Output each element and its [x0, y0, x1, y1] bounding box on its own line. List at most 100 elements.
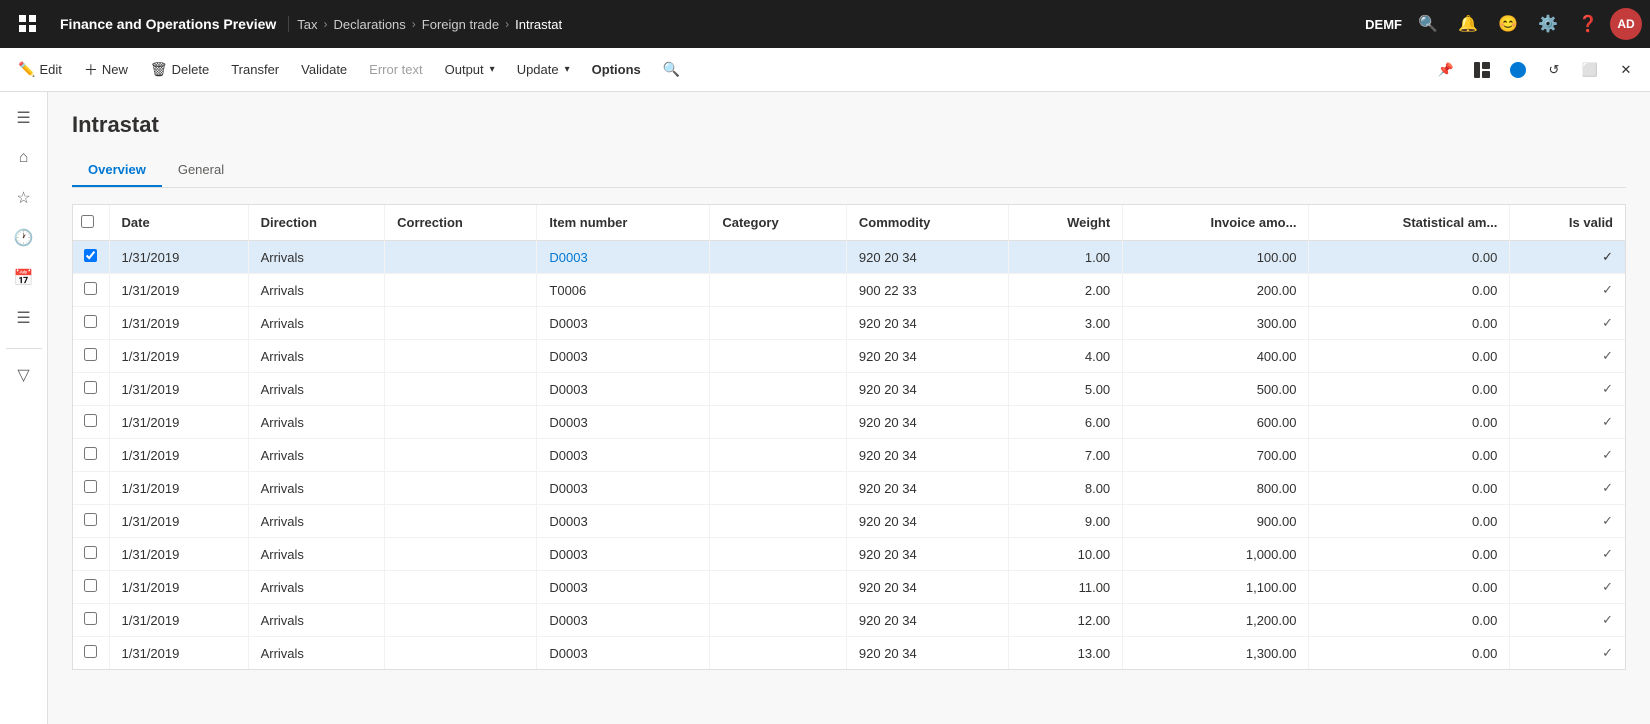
validate-button[interactable]: Validate [291, 56, 357, 83]
cell-invoice-amount: 1,200.00 [1123, 604, 1309, 637]
col-item-number[interactable]: Item number [537, 205, 710, 241]
row-checkbox[interactable] [84, 480, 97, 493]
breadcrumb-intrastat[interactable]: Intrastat [515, 17, 562, 32]
panel-icon[interactable] [1466, 54, 1498, 86]
close-icon[interactable]: ✕ [1610, 54, 1642, 86]
table-row[interactable]: 1/31/2019 Arrivals D0003 920 20 34 11.00… [73, 571, 1625, 604]
avatar[interactable]: AD [1610, 8, 1642, 40]
settings-icon[interactable]: ⚙️ [1530, 6, 1566, 42]
cell-correction [385, 637, 537, 670]
row-checkbox[interactable] [84, 447, 97, 460]
transfer-button[interactable]: Transfer [221, 56, 289, 83]
table-row[interactable]: 1/31/2019 Arrivals D0003 920 20 34 6.00 … [73, 406, 1625, 439]
select-all-checkbox[interactable] [81, 215, 94, 228]
action-bar-right: 📌 0 ↺ ⬜ ✕ [1430, 54, 1642, 86]
row-checkbox[interactable] [84, 348, 97, 361]
delete-button[interactable]: 🗑 Delete [140, 55, 219, 84]
cell-weight: 8.00 [1008, 472, 1122, 505]
table-row[interactable]: 1/31/2019 Arrivals D0003 920 20 34 9.00 … [73, 505, 1625, 538]
table-row[interactable]: 1/31/2019 Arrivals D0003 920 20 34 12.00… [73, 604, 1625, 637]
notification-icon[interactable]: 🔔 [1450, 6, 1486, 42]
app-grid-button[interactable] [8, 0, 48, 48]
row-checkbox-cell[interactable] [73, 274, 109, 307]
sidebar-modules-icon[interactable]: ☰ [6, 300, 42, 336]
row-checkbox[interactable] [84, 513, 97, 526]
table-row[interactable]: 1/31/2019 Arrivals D0003 920 20 34 5.00 … [73, 373, 1625, 406]
row-checkbox[interactable] [84, 579, 97, 592]
col-statistical-amount[interactable]: Statistical am... [1309, 205, 1510, 241]
update-button[interactable]: Update [507, 56, 580, 83]
row-checkbox-cell[interactable] [73, 406, 109, 439]
refresh-icon[interactable]: ↺ [1538, 54, 1570, 86]
table-row[interactable]: 1/31/2019 Arrivals D0003 920 20 34 13.00… [73, 637, 1625, 670]
breadcrumb-declarations[interactable]: Declarations [334, 17, 406, 32]
row-checkbox[interactable] [84, 612, 97, 625]
table-row[interactable]: 1/31/2019 Arrivals D0003 920 20 34 3.00 … [73, 307, 1625, 340]
tab-general[interactable]: General [162, 154, 240, 187]
breadcrumb-foreign-trade[interactable]: Foreign trade [422, 17, 499, 32]
sidebar-workspaces-icon[interactable]: 📅 [6, 260, 42, 296]
table-row[interactable]: 1/31/2019 Arrivals D0003 920 20 34 1.00 … [73, 241, 1625, 274]
cell-is-valid: ✓ [1510, 571, 1625, 604]
row-checkbox-cell[interactable] [73, 538, 109, 571]
notification-badge[interactable]: 0 [1502, 54, 1534, 86]
cell-category [710, 505, 847, 538]
row-checkbox-cell[interactable] [73, 604, 109, 637]
row-checkbox-cell[interactable] [73, 505, 109, 538]
row-checkbox-cell[interactable] [73, 373, 109, 406]
error-text-button[interactable]: Error text [359, 56, 432, 83]
breadcrumb-sep-1: › [324, 17, 328, 31]
col-direction[interactable]: Direction [248, 205, 385, 241]
cell-correction [385, 241, 537, 274]
row-checkbox-cell[interactable] [73, 340, 109, 373]
table-row[interactable]: 1/31/2019 Arrivals D0003 920 20 34 8.00 … [73, 472, 1625, 505]
cell-commodity: 920 20 34 [846, 538, 1008, 571]
cell-direction: Arrivals [248, 472, 385, 505]
row-checkbox-cell[interactable] [73, 439, 109, 472]
table-row[interactable]: 1/31/2019 Arrivals D0003 920 20 34 4.00 … [73, 340, 1625, 373]
row-checkbox-cell[interactable] [73, 571, 109, 604]
table-wrapper[interactable]: Date Direction Correction Item number Ca… [73, 205, 1625, 669]
table-row[interactable]: 1/31/2019 Arrivals D0003 920 20 34 7.00 … [73, 439, 1625, 472]
col-category[interactable]: Category [710, 205, 847, 241]
help-icon[interactable]: ❓ [1570, 6, 1606, 42]
sidebar-home-icon[interactable]: ⌂ [6, 140, 42, 176]
tab-overview[interactable]: Overview [72, 154, 162, 187]
col-is-valid[interactable]: Is valid [1510, 205, 1625, 241]
search-nav-icon[interactable]: 🔍 [1410, 6, 1446, 42]
output-button[interactable]: Output [435, 56, 505, 83]
col-weight[interactable]: Weight [1008, 205, 1122, 241]
edit-button[interactable]: ✏️ Edit [8, 55, 72, 84]
row-checkbox[interactable] [84, 414, 97, 427]
sidebar-favorites-icon[interactable]: ☆ [6, 180, 42, 216]
fullscreen-icon[interactable]: ⬜ [1574, 54, 1606, 86]
row-checkbox-cell[interactable] [73, 472, 109, 505]
sidebar-filter-icon[interactable]: ▽ [6, 357, 42, 393]
pin-icon[interactable]: 📌 [1430, 54, 1462, 86]
row-checkbox[interactable] [84, 546, 97, 559]
col-date[interactable]: Date [109, 205, 248, 241]
row-checkbox[interactable] [84, 315, 97, 328]
cell-item-number[interactable]: D0003 [537, 241, 710, 274]
row-checkbox[interactable] [84, 282, 97, 295]
col-checkbox[interactable] [73, 205, 109, 241]
row-checkbox[interactable] [84, 645, 97, 658]
sidebar-recent-icon[interactable]: 🕐 [6, 220, 42, 256]
col-commodity[interactable]: Commodity [846, 205, 1008, 241]
col-invoice-amount[interactable]: Invoice amo... [1123, 205, 1309, 241]
new-button[interactable]: ＋ New [74, 54, 138, 86]
chat-icon[interactable]: 😊 [1490, 6, 1526, 42]
cell-direction: Arrivals [248, 274, 385, 307]
table-row[interactable]: 1/31/2019 Arrivals D0003 920 20 34 10.00… [73, 538, 1625, 571]
search-toolbar-button[interactable]: 🔍 [653, 55, 690, 84]
breadcrumb-tax[interactable]: Tax [297, 17, 317, 32]
row-checkbox-cell[interactable] [73, 241, 109, 274]
row-checkbox[interactable] [84, 381, 97, 394]
table-row[interactable]: 1/31/2019 Arrivals T0006 900 22 33 2.00 … [73, 274, 1625, 307]
row-checkbox-cell[interactable] [73, 637, 109, 670]
col-correction[interactable]: Correction [385, 205, 537, 241]
options-button[interactable]: Options [582, 56, 651, 83]
row-checkbox-cell[interactable] [73, 307, 109, 340]
row-checkbox[interactable] [84, 249, 97, 262]
sidebar-menu-icon[interactable]: ☰ [6, 100, 42, 136]
